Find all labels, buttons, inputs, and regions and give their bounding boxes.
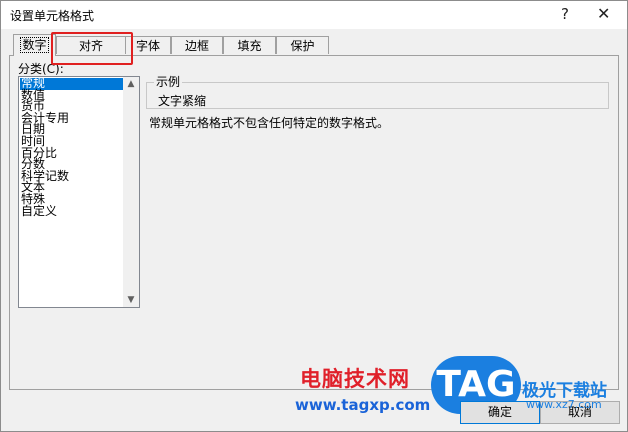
tab-fill[interactable]: 填充 — [223, 36, 276, 54]
close-icon[interactable]: ✕ — [597, 5, 610, 23]
highlight-annotation — [51, 32, 133, 65]
sample-value: 文字紧缩 — [158, 94, 207, 108]
help-icon[interactable]: ? — [561, 5, 569, 23]
watermark-site-name: 电脑技术网 — [300, 367, 410, 391]
watermark-url: www.tagxp.com — [295, 396, 431, 414]
tab-border[interactable]: 边框 — [171, 36, 223, 54]
scroll-down-icon[interactable]: ▼ — [123, 293, 139, 307]
title-bar: 设置单元格格式 ? ✕ — [1, 1, 627, 29]
scroll-up-icon[interactable]: ▲ — [123, 77, 139, 91]
format-description: 常规单元格格式不包含任何特定的数字格式。 — [149, 116, 390, 130]
sample-legend: 示例 — [154, 73, 183, 90]
category-listbox[interactable]: 常规 数值 货币 会计专用 日期 时间 百分比 分数 科学记数 文本 特殊 自定… — [18, 76, 140, 308]
watermark-right-url: www.xz7.com — [526, 398, 602, 411]
category-list: 常规 数值 货币 会计专用 日期 时间 百分比 分数 科学记数 文本 特殊 自定… — [20, 77, 124, 218]
tab-number[interactable]: 数字 — [13, 34, 56, 56]
sample-group — [146, 82, 609, 109]
list-scrollbar[interactable]: ▲ ▼ — [123, 77, 139, 307]
list-item-custom[interactable]: 自定义 — [20, 205, 124, 218]
dialog-title: 设置单元格格式 — [10, 9, 95, 23]
tab-protection[interactable]: 保护 — [276, 36, 329, 54]
